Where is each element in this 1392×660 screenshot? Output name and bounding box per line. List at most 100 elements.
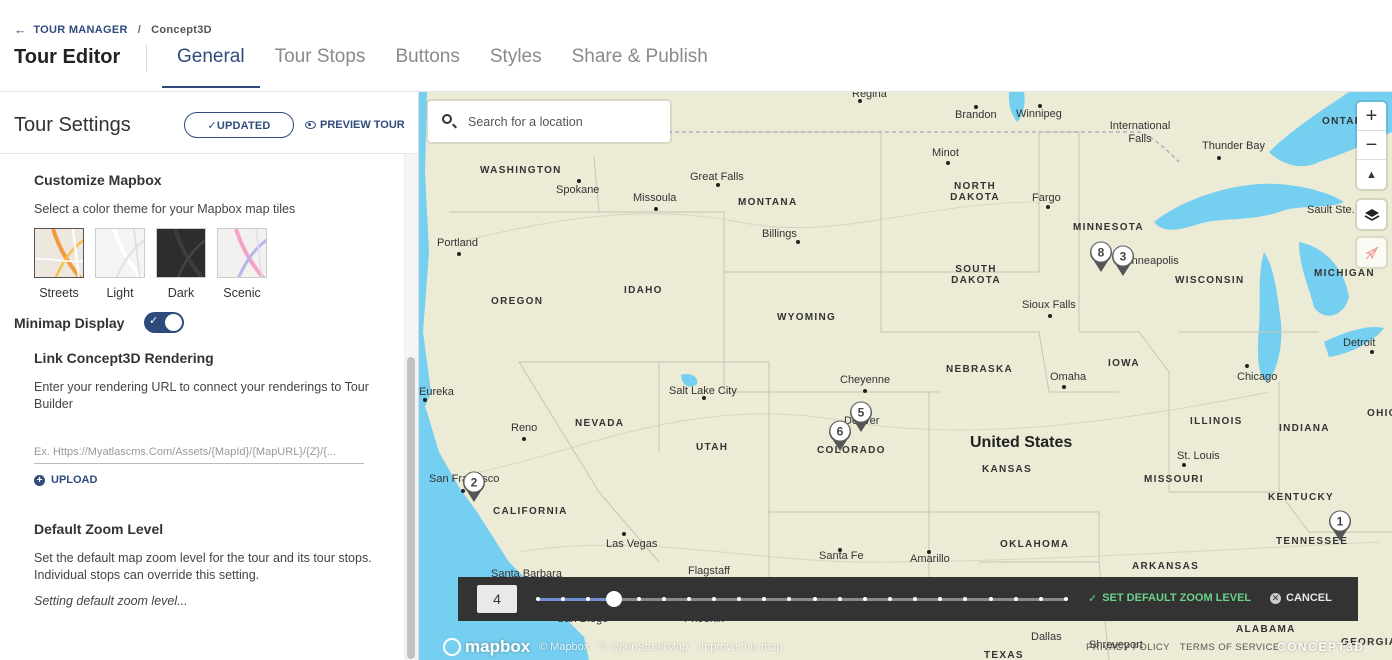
- tab-buttons[interactable]: Buttons: [380, 44, 474, 88]
- map-canvas[interactable]: WASHINGTON MONTANA NORTH DAKOTA MINNESOT…: [419, 92, 1392, 660]
- panel-header: Tour Settings ✓UPDATED PREVIEW TOUR: [0, 92, 418, 154]
- breadcrumb-tour-manager-link[interactable]: TOUR MANAGER: [33, 24, 127, 36]
- customize-mapbox-description: Select a color theme for your Mapbox map…: [34, 202, 296, 216]
- improve-map-link[interactable]: Improve this map: [698, 641, 782, 653]
- state-label: KENTUCKY: [1268, 492, 1334, 503]
- city-dot: [716, 183, 720, 187]
- panel-title: Tour Settings: [14, 114, 131, 136]
- city-dot: [423, 398, 427, 402]
- privacy-policy-link[interactable]: PRIVACY POLICY: [1086, 642, 1170, 653]
- city-label: Fargo: [1032, 192, 1061, 204]
- preview-tour-button[interactable]: PREVIEW TOUR: [305, 119, 405, 131]
- zoom-slider-tick: [812, 597, 817, 601]
- zoom-slider-tick: [888, 597, 892, 601]
- cancel-zoom-button[interactable]: ✕ CANCEL: [1270, 592, 1332, 604]
- cancel-label: CANCEL: [1286, 592, 1332, 604]
- zoom-slider-tick: [712, 597, 716, 601]
- preview-tour-label: PREVIEW TOUR: [320, 119, 405, 131]
- set-default-zoom-button[interactable]: ✓ SET DEFAULT ZOOM LEVEL: [1088, 592, 1251, 605]
- zoom-slider-tick: [988, 597, 993, 601]
- zoom-in-button[interactable]: +: [1357, 102, 1386, 131]
- theme-option-light[interactable]: Light: [95, 228, 145, 300]
- city-label: Regina: [852, 92, 887, 100]
- theme-selector: Streets Light Dark Scenic: [34, 228, 267, 300]
- state-label: ALABAMA: [1236, 624, 1296, 635]
- theme-option-scenic[interactable]: Scenic: [217, 228, 267, 300]
- breadcrumb: ← TOUR MANAGER / Concept3D: [14, 22, 212, 37]
- state-label: OHIO: [1367, 408, 1392, 419]
- minimap-toggle[interactable]: ✓: [144, 312, 184, 333]
- city-dot: [1182, 463, 1186, 467]
- back-arrow-icon[interactable]: ←: [14, 22, 27, 37]
- zoom-slider-thumb[interactable]: [605, 591, 622, 607]
- upload-button[interactable]: + UPLOAD: [34, 474, 97, 486]
- state-label: UTAH: [696, 442, 729, 453]
- city-label: International Falls: [1109, 120, 1171, 145]
- tour-stop-marker-6[interactable]: 6: [827, 418, 853, 452]
- zoom-level-bar: 4 ✓ SET DEFAULT ZOOM LEVEL ✕ CANCEL: [458, 577, 1358, 621]
- tab-share-publish[interactable]: Share & Publish: [557, 44, 723, 88]
- tour-stop-marker-1[interactable]: 1: [1327, 508, 1353, 542]
- layers-button[interactable]: [1357, 200, 1386, 229]
- toggle-check-icon: ✓: [149, 315, 159, 327]
- tab-general[interactable]: General: [162, 44, 260, 88]
- theme-label-scenic: Scenic: [223, 286, 261, 300]
- city-dot: [1370, 350, 1374, 354]
- geolocate-button[interactable]: [1357, 238, 1386, 267]
- rendering-url-input[interactable]: [34, 440, 364, 464]
- city-label: Reno: [511, 422, 538, 434]
- country-label: United States: [970, 434, 1073, 451]
- attribution-mapbox-link[interactable]: © Mapbox: [539, 641, 589, 653]
- map-attribution: © Mapbox © OpenStreetMap Improve this ma…: [539, 641, 783, 653]
- toggle-knob: [165, 314, 182, 331]
- scenic-swatch: [217, 228, 267, 278]
- tour-stop-marker-2[interactable]: 2: [461, 469, 487, 503]
- tour-stop-marker-8[interactable]: 8: [1088, 239, 1114, 273]
- zoom-slider-tick: [1013, 597, 1018, 601]
- city-label: Brandon: [955, 109, 997, 121]
- city-dot: [974, 105, 978, 109]
- state-label: MISSOURI: [1144, 474, 1204, 485]
- state-label: MICHIGAN: [1314, 268, 1375, 279]
- state-label: NORTH DAKOTA: [950, 181, 1000, 203]
- zoom-level-value: 4: [477, 585, 517, 613]
- tab-styles[interactable]: Styles: [475, 44, 557, 88]
- state-label: INDIANA: [1279, 423, 1330, 434]
- city-label: Billings: [762, 228, 797, 240]
- updated-button[interactable]: ✓UPDATED: [184, 112, 294, 138]
- city-label: Santa Fe: [819, 550, 864, 562]
- attribution-osm-link[interactable]: © OpenStreetMap: [599, 641, 688, 653]
- city-label: Great Falls: [690, 171, 744, 183]
- search-input[interactable]: [468, 101, 663, 142]
- geolocate-disabled-icon: [1364, 246, 1378, 260]
- city-dot: [522, 437, 526, 441]
- city-label: Detroit: [1343, 337, 1376, 349]
- state-label: MINNESOTA: [1073, 222, 1144, 233]
- zoom-out-button[interactable]: −: [1357, 131, 1386, 160]
- state-label: TEXAS: [984, 650, 1024, 660]
- theme-option-streets[interactable]: Streets: [34, 228, 84, 300]
- tab-tour-stops[interactable]: Tour Stops: [260, 44, 381, 88]
- legal-links: PRIVACY POLICY TERMS OF SERVICE: [1086, 642, 1280, 653]
- city-dot: [946, 161, 950, 165]
- city-dot: [1217, 156, 1221, 160]
- minimap-display-label: Minimap Display: [14, 315, 125, 331]
- dark-swatch: [156, 228, 206, 278]
- mapbox-logo[interactable]: mapbox: [443, 637, 530, 657]
- city-label: Eureka: [419, 386, 454, 398]
- close-circle-icon: ✕: [1270, 592, 1281, 604]
- city-dot: [927, 550, 931, 554]
- city-label: Minot: [932, 147, 959, 159]
- city-label: Spokane: [556, 184, 600, 196]
- light-swatch: [95, 228, 145, 278]
- concept3d-logo: CONCEPT3D: [1277, 640, 1365, 654]
- zoom-controls: + − ▲: [1357, 102, 1386, 189]
- terms-of-service-link[interactable]: TERMS OF SERVICE: [1180, 642, 1280, 653]
- set-default-label: SET DEFAULT ZOOM LEVEL: [1102, 592, 1252, 604]
- panel-scrollbar-thumb[interactable]: [407, 357, 415, 659]
- compass-button[interactable]: ▲: [1357, 160, 1386, 189]
- city-label: Dallas: [1031, 631, 1062, 643]
- editor-tabs: General Tour Stops Buttons Styles Share …: [162, 44, 723, 92]
- theme-option-dark[interactable]: Dark: [156, 228, 206, 300]
- city-dot: [702, 396, 706, 400]
